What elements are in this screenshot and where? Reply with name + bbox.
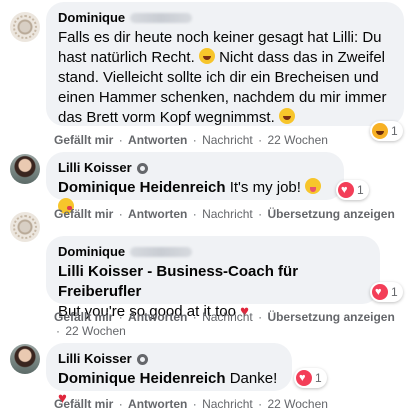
reaction-count[interactable]: 1	[370, 121, 403, 141]
comment-author[interactable]: Dominique	[58, 10, 392, 26]
laugh-emoji-icon	[278, 108, 295, 124]
separator: ·	[258, 133, 263, 147]
separator: ·	[56, 324, 60, 338]
comment-actions: Gefällt mir · Antworten · Nachricht · Üb…	[54, 207, 395, 221]
like-button[interactable]: Gefällt mir	[54, 310, 113, 324]
comment-bubble: Lilli Koisser Dominique Heidenreich It's…	[46, 152, 344, 214]
blurred-surname	[130, 13, 193, 23]
author-name[interactable]: Dominique	[58, 244, 125, 260]
separator: ·	[118, 207, 123, 221]
message-link[interactable]: Nachricht	[202, 133, 253, 147]
reply-button[interactable]: Antworten	[128, 310, 187, 324]
reaction-count[interactable]: 1	[294, 368, 327, 388]
timestamp[interactable]: 22 Wochen	[267, 133, 328, 147]
comment-bubble: Dominique Falls es dir heute noch keiner…	[46, 2, 404, 126]
reaction-count[interactable]: 1	[370, 282, 403, 302]
separator: ·	[118, 397, 123, 411]
timestamp[interactable]: 22 Wochen	[65, 324, 126, 338]
reply-button[interactable]: Antworten	[128, 397, 187, 411]
translate-link[interactable]: Übersetzung anzeigen	[267, 207, 394, 221]
mention-link[interactable]: Dominique Heidenreich	[58, 179, 226, 196]
heart-icon	[296, 370, 312, 386]
separator: ·	[192, 133, 197, 147]
timestamp[interactable]: 22 Wochen	[267, 397, 328, 411]
author-name[interactable]: Lilli Koisser	[58, 351, 132, 367]
comment-text: Falls es dir heute noch keiner gesagt ha…	[58, 29, 387, 126]
avatar[interactable]	[10, 344, 40, 374]
like-button[interactable]: Gefällt mir	[54, 133, 113, 147]
like-button[interactable]: Gefällt mir	[54, 397, 113, 411]
heart-icon	[338, 182, 354, 198]
verified-badge-icon	[136, 162, 148, 174]
author-name[interactable]: Lilli Koisser	[58, 160, 132, 176]
mention-link[interactable]: Lilli Koisser - Business-Coach für Freib…	[58, 263, 298, 300]
separator: ·	[258, 397, 263, 411]
separator: ·	[192, 310, 197, 324]
separator: ·	[118, 310, 123, 324]
separator: ·	[118, 133, 123, 147]
laugh-emoji-icon	[198, 48, 215, 64]
separator: ·	[192, 397, 197, 411]
reply-button[interactable]: Antworten	[128, 207, 187, 221]
blurred-surname	[130, 247, 193, 257]
comment-author[interactable]: Lilli Koisser	[58, 351, 280, 367]
avatar[interactable]	[10, 212, 40, 242]
comment-actions: Gefällt mir · Antworten · Nachricht · 22…	[54, 397, 328, 411]
comment-bubble: Lilli Koisser Dominique Heidenreich Dank…	[46, 343, 292, 407]
message-link[interactable]: Nachricht	[202, 310, 253, 324]
comment-time: · 22 Wochen	[54, 324, 126, 338]
comment-author[interactable]: Dominique	[58, 244, 368, 260]
reply-button[interactable]: Antworten	[128, 133, 187, 147]
comment-actions: Gefällt mir · Antworten · Nachricht · 22…	[54, 133, 328, 147]
comment-author[interactable]: Lilli Koisser	[58, 160, 332, 176]
comment-bubble: Dominique Lilli Koisser - Business-Coach…	[46, 236, 380, 320]
tongue-emoji-icon	[305, 178, 322, 194]
translate-link[interactable]: Übersetzung anzeigen	[267, 310, 394, 324]
verified-badge-icon	[136, 353, 148, 365]
message-link[interactable]: Nachricht	[202, 397, 253, 411]
mention-link[interactable]: Dominique Heidenreich	[58, 370, 226, 387]
avatar[interactable]	[10, 12, 40, 42]
heart-icon	[372, 284, 388, 300]
comment-actions: Gefällt mir · Antworten · Nachricht · Üb…	[54, 310, 395, 324]
like-button[interactable]: Gefällt mir	[54, 207, 113, 221]
reaction-count[interactable]: 1	[336, 180, 369, 200]
haha-icon	[372, 123, 388, 139]
separator: ·	[258, 207, 263, 221]
separator: ·	[258, 310, 263, 324]
message-link[interactable]: Nachricht	[202, 207, 253, 221]
author-name[interactable]: Dominique	[58, 10, 125, 26]
avatar[interactable]	[10, 154, 40, 184]
separator: ·	[192, 207, 197, 221]
